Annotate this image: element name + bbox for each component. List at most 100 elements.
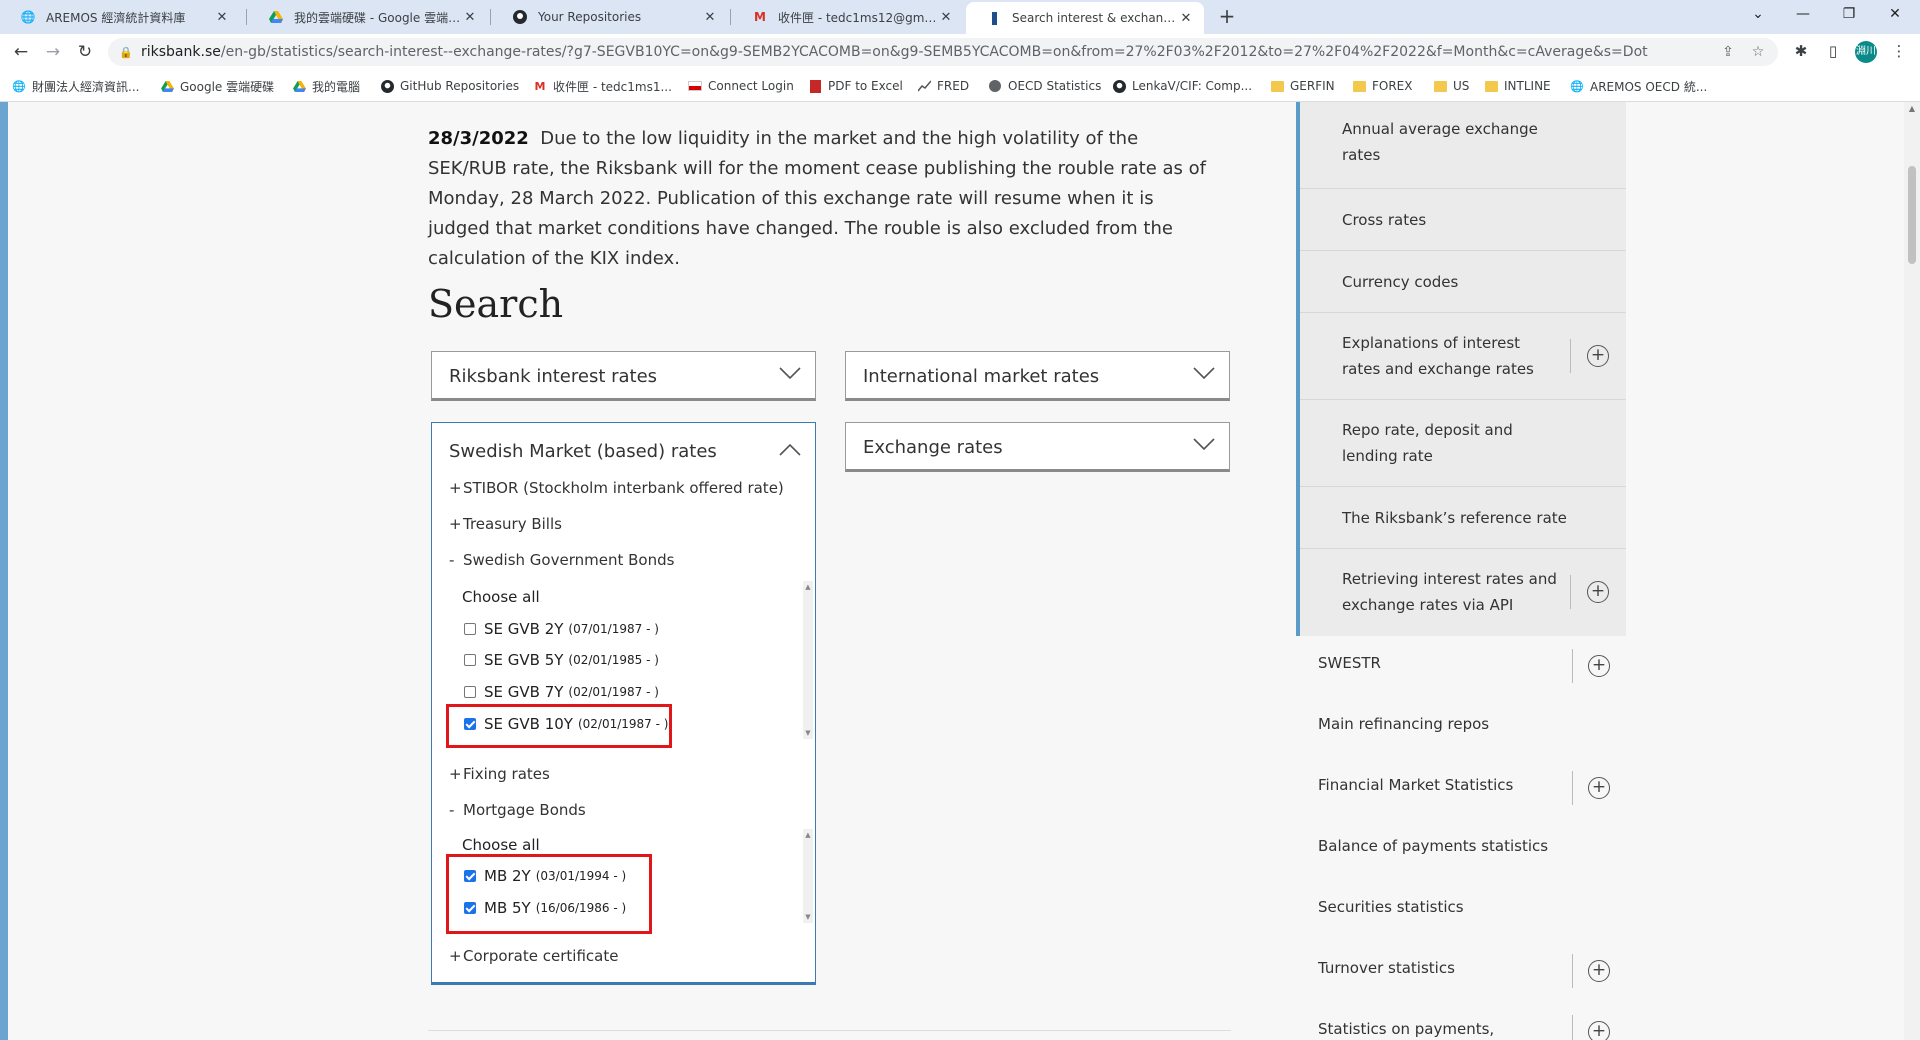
bookmark-item[interactable]: M 收件匣 - tedc1ms1... — [533, 77, 672, 95]
sidebar-item-balance-of-payments[interactable]: Balance of payments statistics — [1296, 819, 1626, 880]
checkbox-se-gvb-7y[interactable]: SE GVB 7Y (02/01/1987 - ) — [464, 682, 659, 702]
bookmark-label: Google 雲端硬碟 — [180, 79, 275, 94]
list-scrollbar[interactable]: ▲ ▼ — [803, 829, 813, 923]
tree-node-treasury-bills[interactable]: +Treasury Bills — [449, 515, 562, 533]
expand-plus-icon[interactable]: + — [1588, 960, 1610, 982]
lock-icon[interactable]: 🔒 — [119, 46, 133, 59]
tab-gmail[interactable]: M 收件匣 - tedc1ms12@gmail.com ✕ — [732, 0, 964, 34]
reload-button[interactable]: ↻ — [73, 40, 97, 64]
scroll-up-icon[interactable]: ▲ — [803, 831, 813, 839]
sidebar-subitem-reference-rate[interactable]: The Riksbank’s reference rate — [1300, 487, 1626, 549]
forward-button[interactable]: → — [41, 40, 65, 64]
bookmark-item[interactable]: OECD Statistics — [988, 77, 1101, 95]
scroll-up-icon[interactable]: ▲ — [803, 583, 813, 591]
sidepanel-icon[interactable]: ▯ — [1822, 40, 1844, 62]
choose-all-government-bonds[interactable]: Choose all — [462, 588, 540, 606]
tab-aremos[interactable]: 🌐 AREMOS 經濟統計資料庫 ✕ — [0, 0, 240, 34]
checkbox[interactable] — [464, 686, 476, 698]
github-icon — [380, 79, 394, 93]
restore-button[interactable]: ❐ — [1826, 0, 1872, 30]
sidebar-subitem-repo-rate[interactable]: Repo rate, deposit and lending rate — [1300, 400, 1626, 487]
bookmark-item[interactable]: 我的電腦 — [292, 77, 360, 95]
choose-all-mortgage-bonds[interactable]: Choose all — [462, 836, 540, 854]
tree-node-stibor[interactable]: +STIBOR (Stockholm interbank offered rat… — [449, 479, 784, 497]
back-button[interactable]: ← — [9, 40, 33, 64]
divider — [428, 1030, 1231, 1031]
tab-riksbank-active[interactable]: Search interest & exchange rates ✕ — [966, 2, 1204, 34]
bookmark-item[interactable]: FRED — [917, 77, 969, 95]
tab-google-drive[interactable]: 我的雲端硬碟 - Google 雲端硬碟 ✕ — [248, 0, 488, 34]
sidebar-subitem-currency-codes[interactable]: Currency codes — [1300, 251, 1626, 313]
share-icon[interactable]: ⇪ — [1718, 42, 1738, 62]
chevron-up-icon[interactable] — [779, 443, 801, 457]
sidebar-subitem-annual-average[interactable]: Annual average exchange rates — [1300, 102, 1626, 189]
close-icon[interactable]: ✕ — [702, 10, 718, 25]
checkbox[interactable] — [464, 623, 476, 635]
sidebar-item-main-refinancing[interactable]: Main refinancing repos — [1296, 697, 1626, 758]
close-icon[interactable]: ✕ — [938, 10, 954, 25]
close-window-button[interactable]: ✕ — [1872, 0, 1918, 30]
scroll-down-icon[interactable]: ▼ — [803, 913, 813, 921]
expand-plus-icon[interactable]: + — [1588, 1021, 1610, 1040]
sidebar-item-financial-market[interactable]: Financial Market Statistics + — [1296, 758, 1626, 819]
close-icon[interactable]: ✕ — [462, 10, 478, 25]
folder-icon — [1352, 79, 1366, 93]
bookmark-item[interactable]: PDF to Excel — [808, 77, 903, 95]
tree-node-government-bonds[interactable]: - Swedish Government Bonds — [449, 551, 674, 569]
sidebar-subitem-api[interactable]: Retrieving interest rates and exchange r… — [1300, 549, 1626, 636]
address-bar[interactable]: 🔒 riksbank.se/en-gb/statistics/search-in… — [108, 38, 1778, 66]
dropdown-international-market-rates[interactable]: International market rates — [845, 351, 1230, 401]
bookmark-item[interactable]: Google 雲端硬碟 — [160, 77, 274, 95]
scroll-down-icon[interactable]: ▼ — [803, 729, 813, 737]
sidebar-subitem-explanations[interactable]: Explanations of interest rates and excha… — [1300, 313, 1626, 400]
expand-plus-icon[interactable]: + — [1588, 777, 1610, 799]
expand-plus-icon[interactable]: + — [1587, 581, 1609, 603]
sidebar-item-payments[interactable]: Statistics on payments, + — [1296, 1002, 1626, 1040]
minimize-button[interactable]: — — [1780, 0, 1826, 30]
dropdown-riksbank-interest-rates[interactable]: Riksbank interest rates — [431, 351, 816, 401]
tab-search-icon[interactable]: ⌄ — [1735, 0, 1781, 30]
tree-node-fixing-rates[interactable]: +Fixing rates — [449, 765, 550, 783]
expand-icon: + — [449, 515, 462, 533]
bookmark-folder[interactable]: INTLINE — [1484, 77, 1551, 95]
bookmark-label: FRED — [937, 79, 970, 93]
bookmark-star-icon[interactable]: ☆ — [1748, 42, 1768, 62]
menu-kebab-icon[interactable]: ⋮ — [1888, 40, 1910, 62]
tree-node-corporate-certificate[interactable]: +Corporate certificate — [449, 947, 618, 965]
sidebar-item-turnover[interactable]: Turnover statistics + — [1296, 941, 1626, 1002]
extensions-icon[interactable]: ✱ — [1790, 40, 1812, 62]
bookmark-folder[interactable]: US — [1433, 77, 1469, 95]
scroll-up-icon[interactable]: ▲ — [1904, 104, 1920, 113]
close-icon[interactable]: ✕ — [214, 10, 230, 25]
dropdown-label: International market rates — [863, 366, 1100, 387]
profile-avatar[interactable]: 淵川 — [1855, 41, 1877, 63]
checkbox-se-gvb-5y[interactable]: SE GVB 5Y (02/01/1985 - ) — [464, 650, 659, 670]
tree-node-mortgage-bonds[interactable]: - Mortgage Bonds — [449, 801, 586, 819]
bookmark-item[interactable]: GitHub Repositories — [380, 77, 519, 95]
list-scrollbar[interactable]: ▲ ▼ — [803, 581, 813, 739]
bookmark-folder[interactable]: FOREX — [1352, 77, 1413, 95]
checkbox[interactable] — [464, 654, 476, 666]
bookmark-item[interactable]: Connect Login — [688, 77, 794, 95]
series-date: (07/01/1987 - ) — [568, 622, 659, 636]
expand-plus-icon[interactable]: + — [1588, 655, 1610, 677]
bookmark-folder[interactable]: GERFIN — [1270, 77, 1335, 95]
dropdown-exchange-rates[interactable]: Exchange rates — [845, 422, 1230, 472]
scrollbar-thumb[interactable] — [1908, 166, 1916, 264]
new-tab-button[interactable]: + — [1215, 5, 1239, 29]
bookmark-item[interactable]: 🌐 AREMOS OECD 統... — [1570, 77, 1707, 95]
page-scrollbar[interactable]: ▲ — [1904, 102, 1920, 1040]
sidebar-item-securities[interactable]: Securities statistics — [1296, 880, 1626, 941]
github-icon — [512, 9, 528, 25]
url-path: /en-gb/statistics/search-interest--excha… — [220, 44, 1648, 60]
tree-node-label: Corporate certificate — [463, 947, 619, 965]
close-icon[interactable]: ✕ — [1178, 11, 1194, 26]
bookmark-item[interactable]: LenkaV/CIF: Comp... — [1112, 77, 1252, 95]
expand-plus-icon[interactable]: + — [1587, 345, 1609, 367]
tab-github[interactable]: Your Repositories ✕ — [492, 0, 728, 34]
dropdown-label: Riksbank interest rates — [449, 366, 658, 387]
checkbox-se-gvb-2y[interactable]: SE GVB 2Y (07/01/1987 - ) — [464, 619, 659, 639]
sidebar-item-swestr[interactable]: SWESTR + — [1296, 636, 1626, 697]
bookmark-item[interactable]: 🌐 財團法人經濟資訊... — [12, 77, 139, 95]
sidebar-subitem-cross-rates[interactable]: Cross rates — [1300, 189, 1626, 251]
